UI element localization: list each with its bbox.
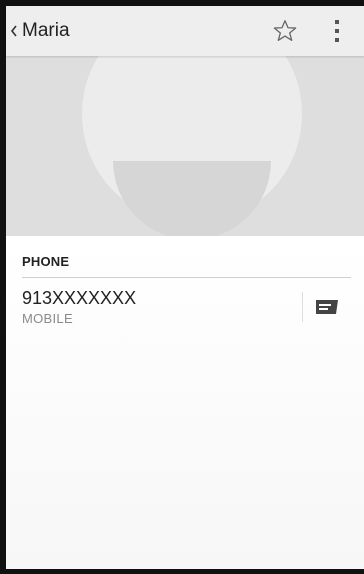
- phone-type-label: MOBILE: [22, 311, 73, 326]
- phone-section-header: PHONE: [22, 254, 351, 278]
- star-outline-icon: [273, 20, 297, 41]
- more-dot: [335, 29, 339, 33]
- send-message-button[interactable]: [312, 294, 342, 320]
- device-frame-bottom: [0, 569, 364, 574]
- vertical-divider: [302, 292, 303, 322]
- back-button[interactable]: Maria: [10, 6, 70, 56]
- contact-details: PHONE 913XXXXXXX MOBILE: [6, 236, 364, 569]
- contact-name-title: Maria: [22, 20, 70, 41]
- more-options-button[interactable]: [330, 18, 344, 44]
- favorite-button[interactable]: [272, 18, 298, 44]
- more-vertical-icon: [335, 20, 339, 24]
- contact-photo: [6, 56, 364, 236]
- message-icon: [316, 300, 338, 314]
- phone-number: 913XXXXXXX: [22, 288, 137, 308]
- more-dot: [335, 38, 339, 42]
- chevron-left-icon: [10, 21, 20, 41]
- contact-placeholder-icon: [82, 56, 302, 236]
- app-bar: Maria: [6, 6, 364, 56]
